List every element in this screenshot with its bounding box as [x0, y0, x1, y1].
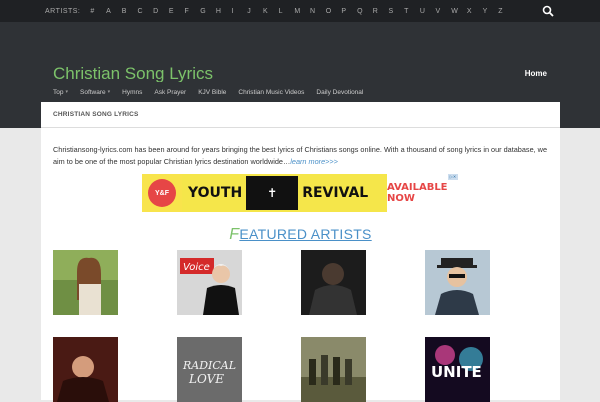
letter-link[interactable]: E: [169, 8, 185, 15]
letter-link[interactable]: K: [263, 8, 279, 15]
letter-link[interactable]: J: [247, 8, 263, 15]
intro-text: Christiansong-lyrics.com has been around…: [53, 144, 550, 168]
ad-word-revival: REVIVAL: [302, 185, 369, 201]
nav-item[interactable]: Top ▾: [53, 89, 68, 96]
letter-link[interactable]: M: [294, 8, 310, 15]
artists-label: ARTISTS:: [45, 7, 81, 15]
featured-heading-text: EATURED ARTISTS: [239, 226, 372, 242]
artist-thumbnail[interactable]: UNITE: [425, 337, 490, 402]
artist-thumbnail[interactable]: [301, 337, 366, 402]
artist-thumbnail[interactable]: [53, 337, 118, 402]
svg-text:UNITE: UNITE: [431, 363, 482, 381]
nav-item[interactable]: Daily Devotional: [316, 89, 363, 96]
ad-logo: Y&F: [142, 174, 182, 212]
nav-item-label: Hymns: [122, 88, 143, 96]
featured-first-letter: F: [229, 226, 240, 243]
letter-link[interactable]: Q: [357, 8, 373, 15]
letter-link[interactable]: O: [326, 8, 342, 15]
nav-item-label: Ask Prayer: [154, 88, 187, 96]
letter-link[interactable]: I: [232, 8, 248, 15]
letter-link[interactable]: A: [106, 8, 122, 15]
letter-link[interactable]: V: [436, 8, 452, 15]
letter-link[interactable]: P: [341, 8, 357, 15]
artist-thumbnail[interactable]: [425, 250, 490, 315]
letter-link[interactable]: R: [373, 8, 389, 15]
letter-link[interactable]: G: [200, 8, 216, 15]
main-content: CHRISTIAN SONG LYRICS Christiansong-lyri…: [41, 102, 560, 402]
letter-link[interactable]: W: [451, 8, 467, 15]
chevron-down-icon: ▾: [65, 89, 68, 95]
nav-item[interactable]: Hymns: [122, 89, 142, 96]
nav-item[interactable]: Christian Music Videos: [238, 89, 304, 96]
letter-link[interactable]: D: [153, 8, 169, 15]
page-title: CHRISTIAN SONG LYRICS: [41, 102, 560, 128]
ad-banner[interactable]: Y&F YOUTH ✝ REVIVAL AVAILABLE NOW ▷✕: [142, 174, 458, 212]
artist-index-bar: ARTISTS: # A B C D E F G H I J K L M N O P Q R S T U V W X Y Z: [0, 0, 600, 22]
adchoices-icon[interactable]: ▷✕: [448, 174, 458, 180]
artist-thumbnail[interactable]: [301, 250, 366, 315]
letter-link[interactable]: C: [137, 8, 153, 15]
learn-more-link[interactable]: learn more>>>: [290, 157, 338, 166]
letter-link[interactable]: L: [279, 8, 295, 15]
nav-item[interactable]: KJV Bible: [198, 89, 226, 96]
ad-title: YOUTH ✝ REVIVAL: [182, 174, 387, 212]
nav-item-label: Daily Devotional: [316, 88, 364, 96]
featured-artists-heading[interactable]: FEATURED ARTISTS: [41, 226, 560, 244]
letter-link[interactable]: B: [122, 8, 138, 15]
letter-link[interactable]: H: [216, 8, 232, 15]
nav-item-label: KJV Bible: [198, 88, 227, 96]
letter-link[interactable]: Z: [498, 8, 514, 15]
nav-item[interactable]: Software ▾: [80, 89, 110, 96]
cross-icon: ✝: [246, 176, 299, 210]
nav-item-label: Software: [80, 88, 106, 96]
letter-link[interactable]: S: [388, 8, 404, 15]
site-title[interactable]: Christian Song Lyrics: [53, 64, 213, 84]
artist-thumbnail[interactable]: [53, 250, 118, 315]
letter-link[interactable]: #: [90, 8, 106, 15]
svg-text:Voice: Voice: [183, 262, 210, 273]
letter-link[interactable]: Y: [483, 8, 499, 15]
letter-list: # A B C D E F G H I J K L M N O P Q R S T U V W X Y Z: [90, 8, 514, 15]
main-nav: Top ▾ Software ▾ Hymns Ask Prayer KJV Bible Chr…: [41, 82, 560, 102]
nav-item-label: Christian Music Videos: [238, 88, 305, 96]
artist-thumbnail[interactable]: Voice: [177, 250, 242, 315]
artist-thumbnail[interactable]: RADICAL LOVE: [177, 337, 242, 402]
search-icon[interactable]: [542, 5, 554, 17]
home-link[interactable]: Home: [525, 69, 547, 78]
ad-word-youth: YOUTH: [188, 185, 243, 201]
nav-item[interactable]: Ask Prayer: [154, 89, 186, 96]
letter-link[interactable]: U: [420, 8, 436, 15]
svg-text:LOVE: LOVE: [188, 372, 224, 386]
nav-item-label: Top: [53, 88, 64, 96]
letter-link[interactable]: F: [185, 8, 201, 15]
letter-link[interactable]: T: [404, 8, 420, 15]
letter-link[interactable]: N: [310, 8, 326, 15]
ad-badge: Y&F: [148, 179, 176, 207]
chevron-down-icon: ▾: [107, 89, 111, 95]
svg-text:RADICAL: RADICAL: [182, 359, 236, 372]
letter-link[interactable]: X: [467, 8, 483, 15]
